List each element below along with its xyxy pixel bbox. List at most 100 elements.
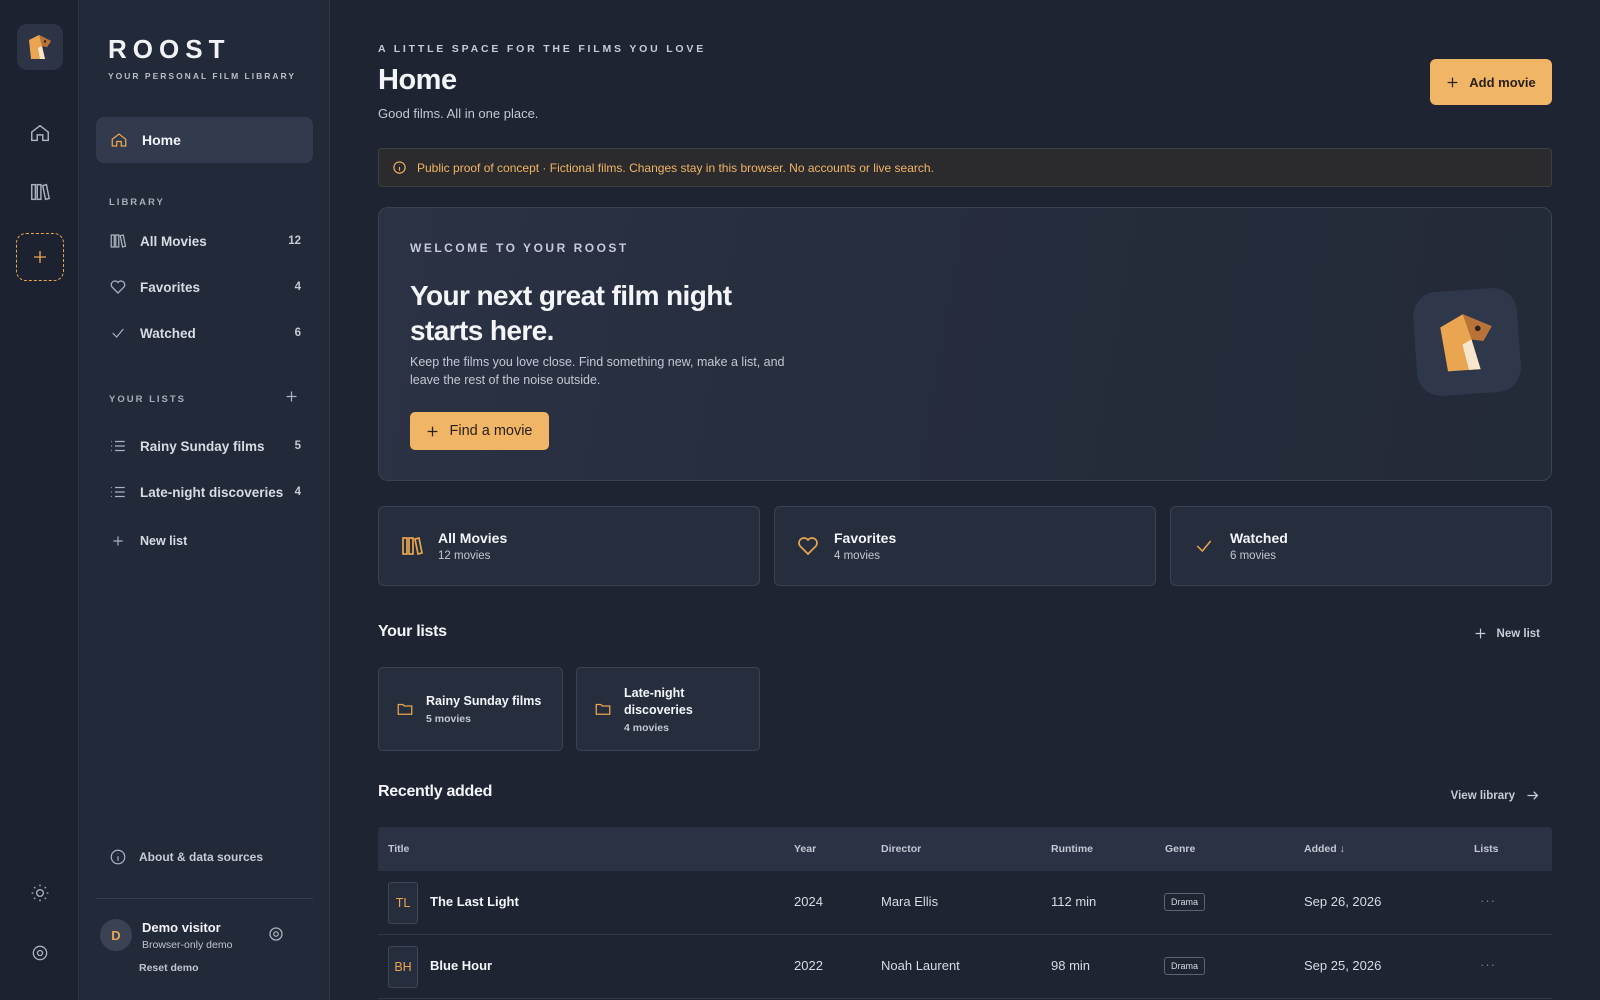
sidebar-item-home[interactable]: Home: [96, 117, 313, 163]
movie-added-date: Sep 25, 2026: [1304, 958, 1382, 973]
add-icon[interactable]: [16, 233, 64, 281]
stat-subtitle: 4 movies: [834, 550, 881, 562]
movie-title[interactable]: Blue Hour: [430, 958, 492, 973]
notice-text: Public proof of concept · Fictional film…: [417, 160, 934, 175]
about-link[interactable]: About & data sources: [109, 848, 263, 866]
home-icon[interactable]: [20, 113, 60, 153]
brand-subtitle: YOUR PERSONAL FILM LIBRARY: [108, 71, 297, 81]
list-card-title: Late-night discoveries: [624, 685, 693, 717]
row-menu-button[interactable]: ···: [1480, 957, 1496, 972]
stat-subtitle: 6 movies: [1230, 550, 1277, 562]
your-lists-title: Your lists: [378, 623, 447, 640]
sidebar-list-late-night[interactable]: Late-night discoveries 4: [109, 480, 301, 504]
table-header: Title Year Director Runtime Genre Added …: [378, 827, 1552, 871]
sidebar-list-rainy-sunday[interactable]: Rainy Sunday films 5: [109, 434, 301, 458]
sun-icon[interactable]: [20, 873, 60, 913]
brand: ROOST YOUR PERSONAL FILM LIBRARY: [108, 34, 296, 81]
welcome-hero: WELCOME TO YOUR ROOST Your next great fi…: [378, 207, 1552, 481]
stat-card-watched[interactable]: Watched 6 movies: [1170, 506, 1552, 586]
column-header-runtime[interactable]: Runtime: [1051, 843, 1093, 855]
hero-text: Keep the films you love close. Find some…: [410, 355, 785, 387]
home-icon: [110, 131, 128, 149]
page-title: Home: [378, 64, 457, 96]
add-list-icon[interactable]: [284, 389, 299, 404]
user-name: Demo visitor: [142, 919, 221, 935]
stat-card-favorites[interactable]: Favorites 4 movies: [774, 506, 1156, 586]
hero-eyebrow: WELCOME TO YOUR ROOST: [410, 241, 629, 255]
table-row[interactable]: TL The Last Light 2024 Mara Ellis 112 mi…: [378, 871, 1552, 935]
sidebar-item-count: 12: [288, 235, 301, 247]
library-icon[interactable]: [20, 172, 60, 212]
column-header-genre[interactable]: Genre: [1165, 843, 1195, 855]
library-icon: [399, 533, 425, 559]
sidebar-item-label: Watched: [140, 325, 196, 341]
movie-year: 2024: [794, 894, 823, 909]
sidebar-item-favorites[interactable]: Favorites 4: [109, 275, 301, 299]
sidebar-item-label: All Movies: [140, 233, 207, 249]
avatar[interactable]: D: [100, 919, 132, 951]
sidebar-item-all-movies[interactable]: All Movies 12: [109, 229, 301, 253]
plus-icon: [426, 425, 439, 438]
sidebar-item-count: 6: [294, 327, 301, 339]
movie-director: Mara Ellis: [881, 894, 939, 909]
notice-banner: Public proof of concept · Fictional film…: [378, 148, 1552, 187]
column-header-year[interactable]: Year: [794, 843, 816, 855]
sidebar-item-count: 4: [294, 281, 301, 293]
user-settings-icon[interactable]: [267, 925, 285, 943]
sidebar-item-count: 4: [294, 486, 301, 498]
find-movie-button[interactable]: Find a movie: [410, 412, 549, 450]
movie-director: Noah Laurent: [881, 958, 960, 973]
new-list-link[interactable]: New list: [1474, 627, 1540, 640]
genre-badge: Drama: [1164, 957, 1206, 975]
stat-subtitle: 12 movies: [438, 550, 491, 562]
heart-icon: [109, 278, 127, 296]
list-icon: [109, 437, 127, 455]
recently-added-table: Title Year Director Runtime Genre Added …: [378, 827, 1552, 999]
reset-demo-link[interactable]: Reset demo: [139, 962, 199, 974]
column-header-title[interactable]: Title: [388, 843, 409, 855]
add-movie-button[interactable]: Add movie: [1430, 59, 1552, 105]
about-label: About & data sources: [139, 850, 264, 864]
plus-icon: [1474, 627, 1487, 640]
movie-runtime: 112 min: [1051, 894, 1097, 909]
list-card-title: Rainy Sunday films: [426, 694, 542, 708]
new-list-button[interactable]: New list: [109, 529, 301, 553]
brand-title: ROOST: [108, 34, 231, 64]
stat-title: All Movies: [438, 530, 508, 546]
table-row[interactable]: BH Blue Hour 2022 Noah Laurent 98 min Dr…: [378, 935, 1552, 999]
stat-title: Watched: [1230, 530, 1288, 546]
hero-title: Your next great film night starts here.: [410, 280, 732, 346]
user-subtitle: Browser-only demo: [142, 938, 233, 951]
column-header-added[interactable]: Added ↓: [1304, 843, 1345, 855]
logo-icon[interactable]: [17, 24, 63, 70]
sidebar-item-watched[interactable]: Watched 6: [109, 321, 301, 345]
recently-added-title: Recently added: [378, 783, 493, 800]
poster-thumbnail: BH: [388, 946, 418, 988]
row-menu-button[interactable]: ···: [1480, 893, 1496, 908]
list-card-subtitle: 5 movies: [426, 713, 471, 725]
settings-icon[interactable]: [20, 933, 60, 973]
sidebar: ROOST YOUR PERSONAL FILM LIBRARY Home LI…: [79, 0, 330, 1000]
heart-icon: [795, 533, 821, 559]
main-content: A LITTLE SPACE FOR THE FILMS YOU LOVE Ho…: [378, 0, 1552, 1000]
list-card-late-night[interactable]: Late-night discoveries 4 movies: [576, 667, 760, 751]
plus-icon: [1446, 76, 1459, 89]
movie-title[interactable]: The Last Light: [430, 894, 519, 909]
list-card-rainy-sunday[interactable]: Rainy Sunday films 5 movies: [378, 667, 563, 751]
new-list-label: New list: [1496, 627, 1540, 640]
column-header-director[interactable]: Director: [881, 843, 921, 855]
sidebar-item-label: Rainy Sunday films: [140, 438, 265, 454]
movie-year: 2022: [794, 958, 823, 973]
sidebar-item-label: Home: [142, 132, 181, 148]
lists-section-label: YOUR LISTS: [109, 394, 187, 405]
movie-added-date: Sep 26, 2026: [1304, 894, 1382, 909]
plus-icon: [109, 532, 127, 550]
stat-card-all-movies[interactable]: All Movies 12 movies: [378, 506, 760, 586]
list-card-subtitle: 4 movies: [624, 721, 669, 734]
add-movie-label: Add movie: [1469, 74, 1536, 90]
check-icon: [109, 324, 127, 342]
list-icon: [109, 483, 127, 501]
view-library-link[interactable]: View library: [1451, 788, 1540, 803]
folder-icon: [594, 700, 612, 718]
folder-icon: [396, 700, 414, 718]
